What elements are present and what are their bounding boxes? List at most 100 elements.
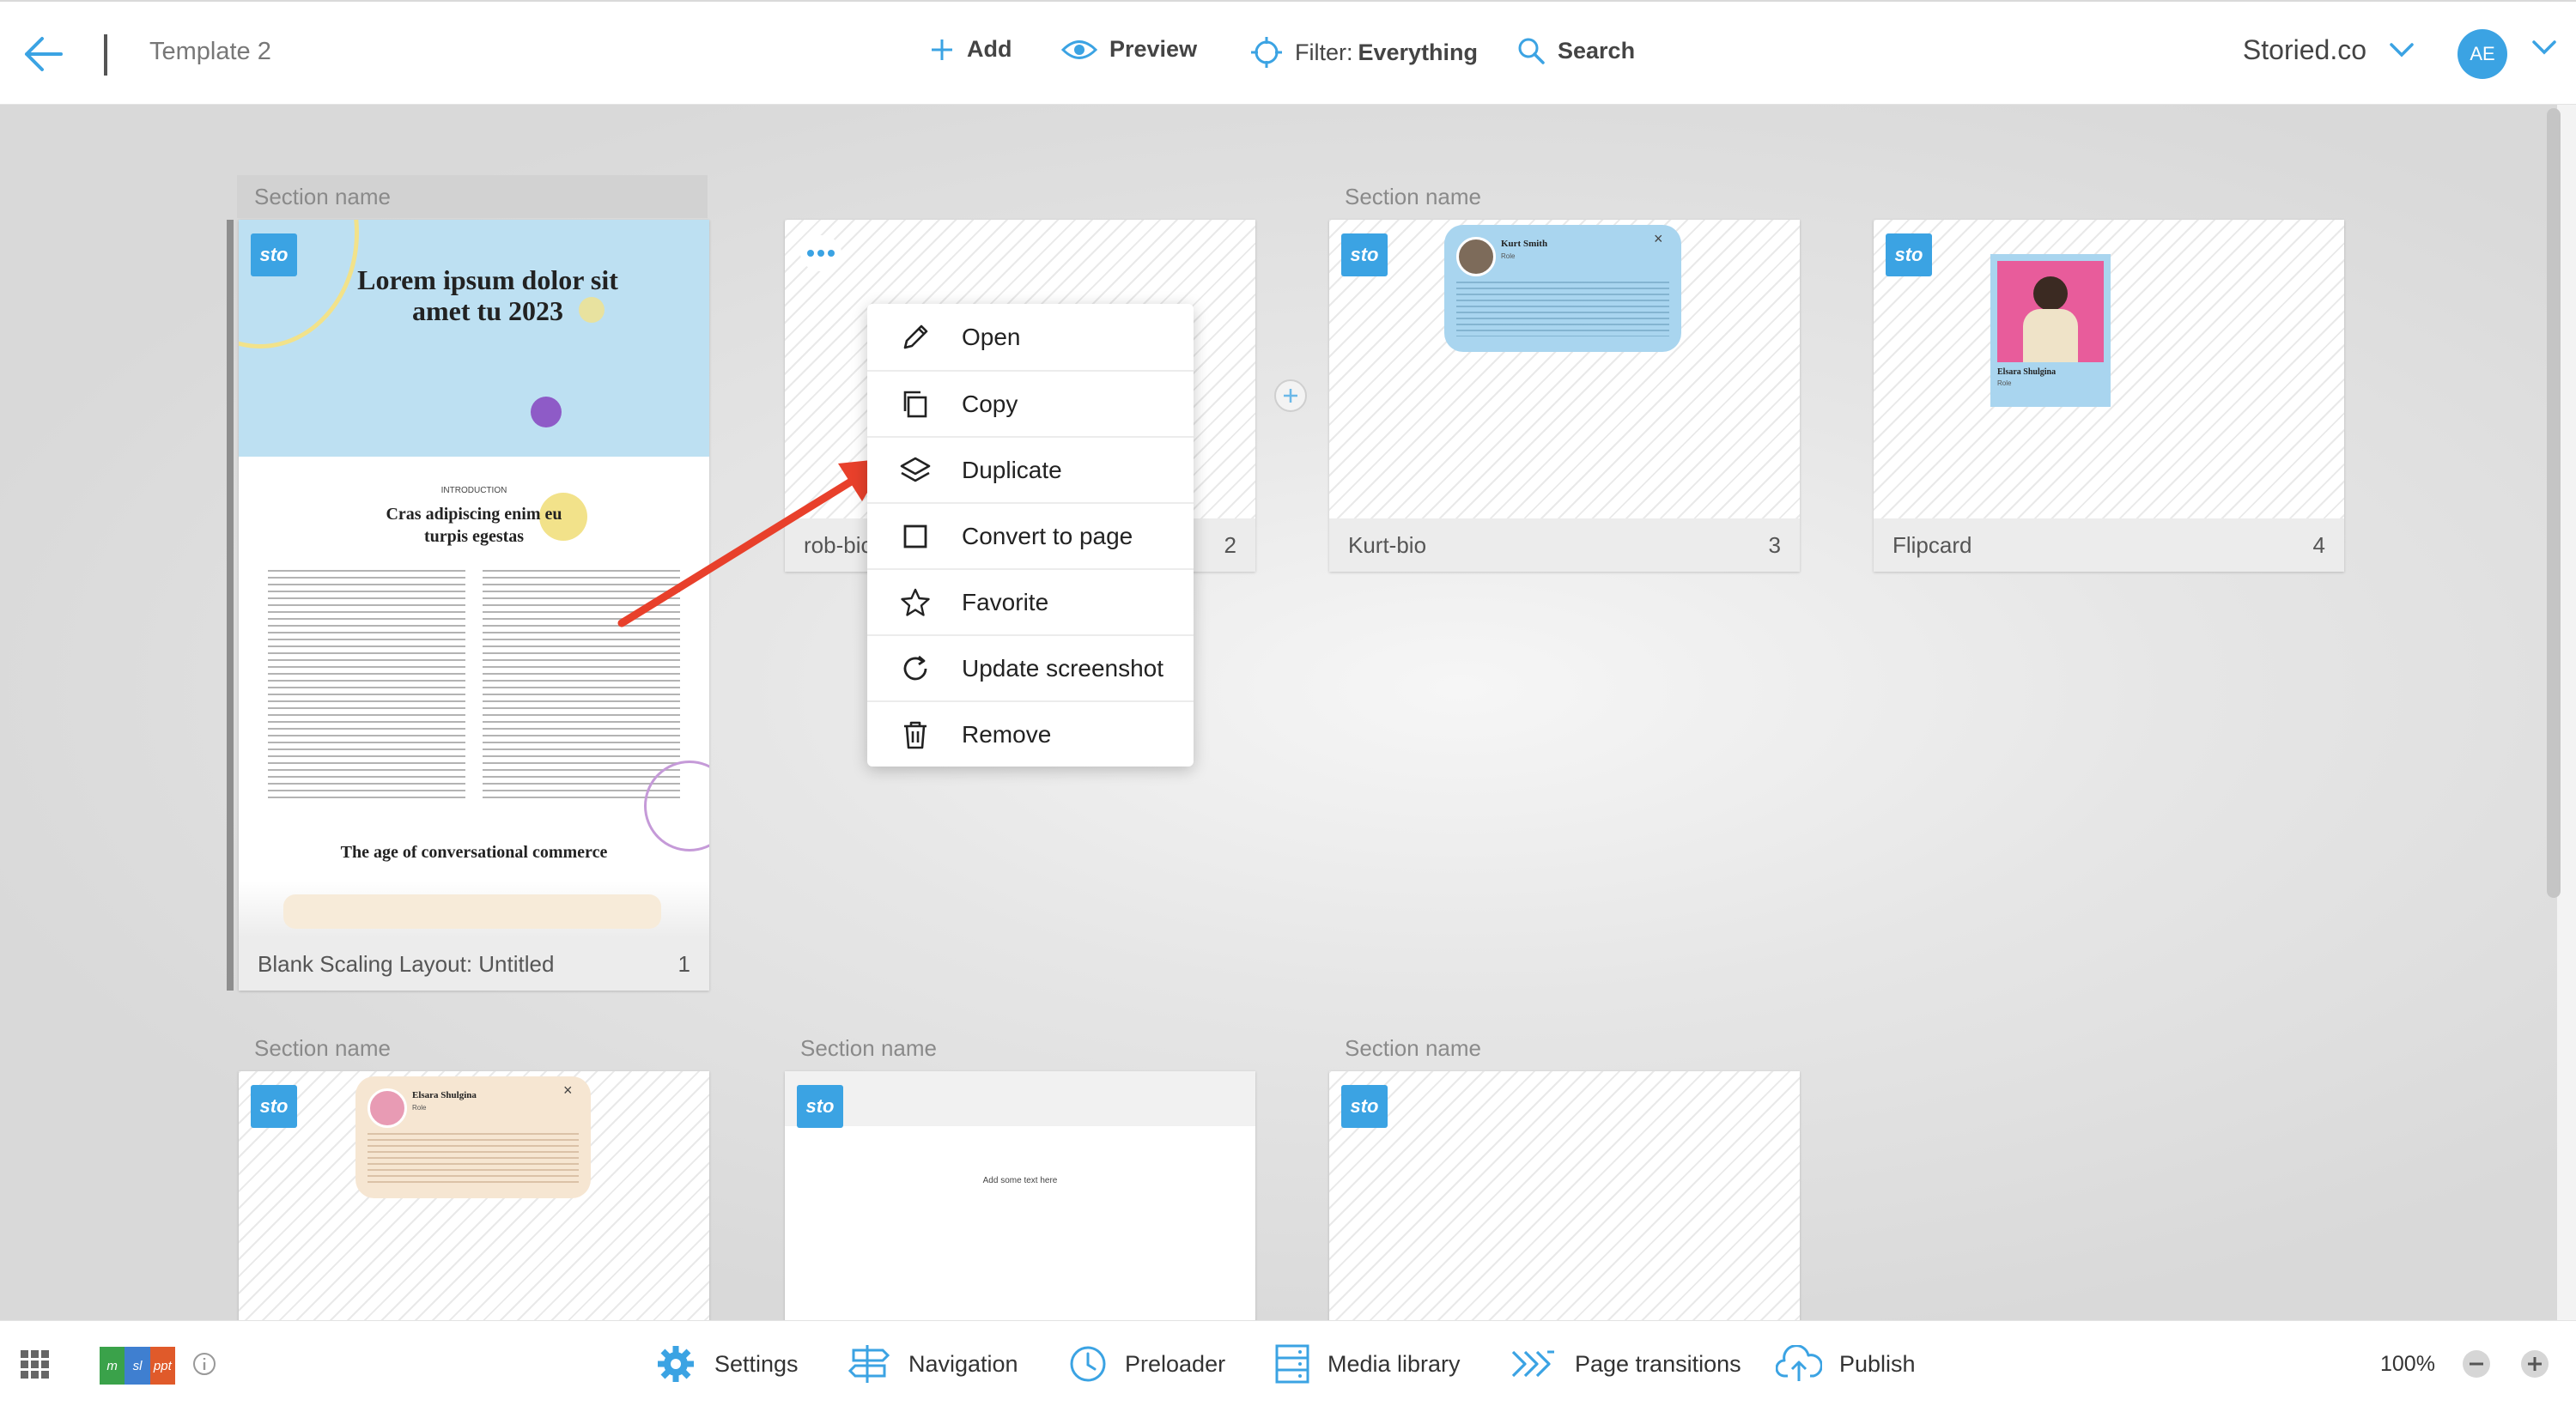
info-button[interactable] <box>192 1342 216 1386</box>
menu-item-label: Favorite <box>962 588 1049 615</box>
page-transitions-label: Page transitions <box>1575 1350 1741 1377</box>
bio-card: Kurt Smith Role × <box>1444 225 1681 352</box>
page-card[interactable]: Add some text here sto <box>785 1071 1255 1320</box>
logo-part: ppt <box>149 1347 175 1385</box>
page-card[interactable]: Elsara Shulgina Role sto Flipcard 4 <box>1874 220 2344 572</box>
page-card[interactable]: Kurt Smith Role × sto Kurt-bio 3 <box>1329 220 1800 572</box>
settings-button[interactable]: Settings <box>654 1342 799 1386</box>
zoom-in-button[interactable] <box>2519 1342 2550 1386</box>
card-title: Flipcard <box>1893 531 1972 558</box>
section-name[interactable]: Section name <box>254 184 391 210</box>
preloader-button[interactable]: Preloader <box>1068 1342 1225 1386</box>
photo-body <box>2023 309 2078 362</box>
avatar <box>368 1088 407 1128</box>
star-icon <box>898 585 933 620</box>
user-avatar[interactable]: AE <box>2458 29 2507 79</box>
menu-item-update-screenshot[interactable]: Update screenshot <box>867 634 1194 700</box>
photo-head <box>2033 276 2068 311</box>
annotation-arrow <box>617 458 888 627</box>
document-title: Template 2 <box>149 38 271 65</box>
navigation-button[interactable]: Navigation <box>847 1342 1018 1386</box>
layers-icon <box>898 453 933 488</box>
scrollbar-thumb[interactable] <box>2547 108 2561 898</box>
menu-item-convert-to-page[interactable]: Convert to page <box>867 502 1194 568</box>
decor-dot <box>531 397 562 427</box>
search-icon <box>1518 38 1545 64</box>
refresh-icon <box>898 651 933 686</box>
placeholder-text: Add some text here <box>982 1176 1058 1185</box>
apps-grid-button[interactable] <box>19 1342 50 1386</box>
settings-label: Settings <box>714 1350 799 1377</box>
bio-name: Kurt Smith <box>1501 239 1548 249</box>
menu-item-label: Remove <box>962 720 1052 748</box>
page-card[interactable]: sto <box>1329 1071 1800 1320</box>
photo <box>1997 261 2104 362</box>
back-button[interactable] <box>19 29 67 79</box>
filter-value: Everything <box>1358 39 1479 65</box>
body-text-column <box>268 570 465 800</box>
navigation-label: Navigation <box>908 1350 1018 1377</box>
preview-footer-heading: The age of conversational commerce <box>340 843 608 862</box>
media-library-label: Media library <box>1327 1350 1461 1377</box>
flip-card: Elsara Shulgina Role <box>1990 254 2111 407</box>
bio-role: Role <box>1501 252 1516 260</box>
bio-text <box>368 1133 579 1185</box>
filter-button[interactable]: Filter: Everything <box>1250 36 1478 69</box>
menu-item-label: Convert to page <box>962 522 1133 549</box>
menu-item-favorite[interactable]: Favorite <box>867 568 1194 634</box>
menu-item-copy[interactable]: Copy <box>867 370 1194 436</box>
menu-item-label: Update screenshot <box>962 654 1164 682</box>
section-name[interactable]: Section name <box>1345 184 1481 210</box>
top-toolbar: Template 2 Add Preview Filter: Everything… <box>0 0 2576 105</box>
minus-circle-icon <box>2463 1350 2490 1378</box>
media-library-button[interactable]: Media library <box>1274 1342 1461 1386</box>
page-card[interactable]: Elsara Shulgina Role × sto <box>239 1071 709 1320</box>
menu-item-remove[interactable]: Remove <box>867 700 1194 767</box>
search-button[interactable]: Search <box>1516 36 1635 65</box>
workspace-switcher[interactable]: Storied.co <box>2243 34 2415 66</box>
section-name[interactable]: Section name <box>254 1035 391 1062</box>
bio-name: Elsara Shulgina <box>1997 367 2057 377</box>
card-number: 4 <box>2312 531 2325 558</box>
zoom-out-button[interactable] <box>2461 1342 2492 1386</box>
preview-button[interactable]: Preview <box>1061 36 1197 63</box>
chevron-down-icon <box>2532 40 2556 55</box>
insert-page-button[interactable] <box>1274 379 1307 412</box>
menu-item-duplicate[interactable]: Duplicate <box>867 436 1194 502</box>
pencil-icon <box>898 320 933 355</box>
card-number: 2 <box>1224 531 1236 558</box>
publish-button[interactable]: Publish <box>1776 1342 1916 1386</box>
copy-icon <box>898 387 933 421</box>
logo-part: m <box>100 1347 125 1385</box>
section-name[interactable]: Section name <box>1345 1035 1481 1062</box>
section-indicator <box>227 220 234 991</box>
page-transitions-button[interactable]: Page transitions <box>1510 1342 1741 1386</box>
section-name[interactable]: Section name <box>800 1035 937 1062</box>
menu-item-open[interactable]: Open <box>867 304 1194 370</box>
add-button[interactable]: Add <box>929 36 1012 63</box>
grid-icon <box>21 1350 49 1379</box>
user-menu-chevron[interactable] <box>2531 39 2557 57</box>
more-options-button[interactable] <box>800 235 841 271</box>
close-icon: × <box>1654 230 1663 247</box>
cloud-upload-icon <box>1776 1345 1822 1381</box>
card-title: Blank Scaling Layout: Untitled <box>258 950 555 977</box>
eye-icon <box>1061 39 1097 59</box>
sto-badge: sto <box>1886 233 1932 276</box>
close-icon: × <box>563 1082 573 1099</box>
page-thumbnail: Elsara Shulgina Role sto <box>1874 220 2344 518</box>
page-header-band <box>785 1071 1255 1126</box>
bio-role: Role <box>412 1104 427 1112</box>
chevrons-icon <box>1511 1350 1554 1378</box>
crosshair-icon <box>1251 37 1282 68</box>
logo-part: sl <box>125 1347 150 1385</box>
add-label: Add <box>967 36 1012 62</box>
bio-name: Elsara Shulgina <box>412 1090 477 1100</box>
sto-badge: sto <box>1341 233 1388 276</box>
preview-label: Preview <box>1109 36 1198 62</box>
preloader-label: Preloader <box>1125 1350 1226 1377</box>
card-title: Kurt-bio <box>1348 531 1427 558</box>
office-apps-logo[interactable]: m sl ppt <box>100 1347 175 1385</box>
zoom-level: 100% <box>2380 1351 2435 1376</box>
card-footer: Kurt-bio 3 <box>1329 518 1800 572</box>
